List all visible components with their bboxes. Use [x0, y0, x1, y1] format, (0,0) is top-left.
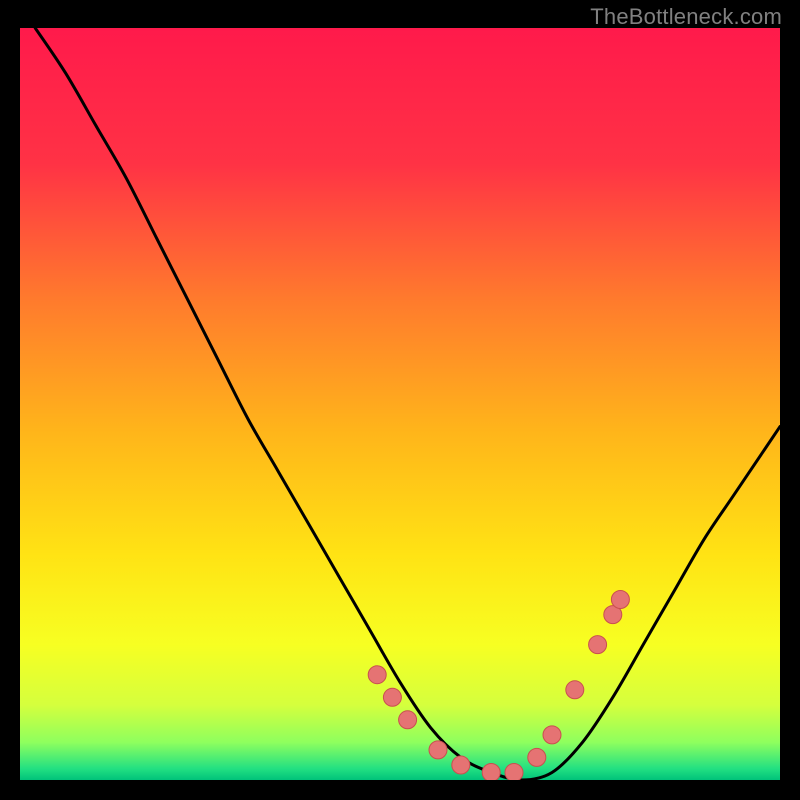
app-frame: TheBottleneck.com [0, 0, 800, 800]
chart-svg [20, 28, 780, 780]
scatter-dot [482, 764, 500, 781]
scatter-dot [589, 636, 607, 654]
gradient-background [20, 28, 780, 780]
scatter-dot [368, 666, 386, 684]
scatter-dot [566, 681, 584, 699]
scatter-dot [429, 741, 447, 759]
scatter-dot [452, 756, 470, 774]
scatter-dot [505, 764, 523, 781]
scatter-dot [543, 726, 561, 744]
bottleneck-chart [20, 28, 780, 780]
scatter-dot [611, 591, 629, 609]
scatter-dot [383, 688, 401, 706]
scatter-dot [399, 711, 417, 729]
scatter-dot [528, 748, 546, 766]
watermark-text: TheBottleneck.com [590, 4, 782, 30]
